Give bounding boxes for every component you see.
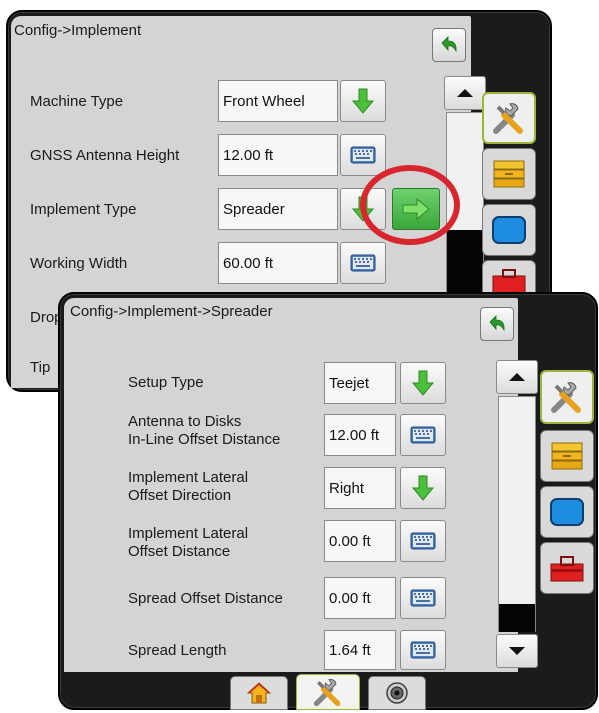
- antenna-to-disks-field[interactable]: 12.00 ft: [324, 414, 396, 456]
- home-icon: [246, 682, 272, 704]
- bottom-tab-camera[interactable]: [368, 676, 426, 710]
- front-scroll-down-button[interactable]: [496, 634, 538, 668]
- back-page-title: Config->Implement: [14, 22, 142, 39]
- green-down-arrow-icon: [411, 370, 435, 396]
- green-down-arrow-icon: [411, 475, 435, 501]
- lateral-offset-direction-label-line1: Implement Lateral: [128, 469, 249, 486]
- tools-icon: [493, 103, 523, 134]
- keyboard-icon: [410, 641, 436, 659]
- bottom-tab-home[interactable]: [230, 676, 288, 710]
- front-scroll-up-button[interactable]: [496, 360, 538, 394]
- toolbox-icon: [492, 268, 526, 293]
- back-arrow-icon: [441, 36, 457, 53]
- setup-type-dropdown-button[interactable]: [400, 362, 446, 404]
- front-scroll-track[interactable]: [498, 396, 536, 632]
- green-down-arrow-icon: [351, 88, 375, 114]
- spread-length-field[interactable]: 1.64 ft: [324, 630, 396, 670]
- spread-offset-distance-field[interactable]: 0.00 ft: [324, 577, 396, 619]
- lateral-offset-direction-label: Implement Lateral Offset Direction: [128, 469, 248, 505]
- lateral-offset-direction-dropdown-button[interactable]: [400, 467, 446, 509]
- lateral-offset-distance-label-line2: Offset Distance: [128, 543, 231, 560]
- front-side-tab-toolbox[interactable]: [540, 542, 594, 594]
- gnss-antenna-height-keyboard-button[interactable]: [340, 134, 386, 176]
- gnss-antenna-height-label: GNSS Antenna Height: [30, 147, 180, 164]
- screen-icon: [492, 216, 526, 244]
- front-side-tab-screen[interactable]: [540, 486, 594, 538]
- bottom-tab-tools[interactable]: [296, 674, 360, 710]
- back-arrow-icon: [489, 315, 505, 332]
- antenna-to-disks-keyboard-button[interactable]: [400, 414, 446, 456]
- lateral-offset-direction-label-line2: Offset Direction: [128, 487, 232, 504]
- lateral-offset-distance-keyboard-button[interactable]: [400, 520, 446, 562]
- front-scroll-thumb[interactable]: [499, 604, 535, 632]
- antenna-to-disks-label-line2: In-Line Offset Distance: [128, 431, 281, 448]
- spread-offset-distance-label: Spread Offset Distance: [128, 590, 283, 607]
- highlight-circle: [360, 165, 460, 245]
- data-icon: [493, 160, 525, 188]
- keyboard-icon: [410, 589, 436, 607]
- machine-type-dropdown-button[interactable]: [340, 80, 386, 122]
- up-triangle-icon: [457, 89, 473, 97]
- lateral-offset-direction-field[interactable]: Right: [324, 467, 396, 509]
- back-side-tab-tools[interactable]: [482, 92, 536, 144]
- setup-type-label: Setup Type: [128, 374, 204, 391]
- machine-type-field[interactable]: Front Wheel: [218, 80, 338, 122]
- data-icon: [551, 442, 583, 470]
- spread-length-label: Spread Length: [128, 642, 227, 659]
- implement-type-field[interactable]: Spreader: [218, 188, 338, 230]
- back-scroll-thumb[interactable]: [447, 230, 483, 298]
- front-screen-back-button[interactable]: [480, 307, 514, 341]
- keyboard-icon: [410, 532, 436, 550]
- keyboard-icon: [350, 254, 376, 272]
- keyboard-icon: [350, 146, 376, 164]
- up-triangle-icon: [509, 373, 525, 381]
- machine-type-label: Machine Type: [30, 93, 124, 110]
- down-triangle-icon: [509, 647, 525, 655]
- back-scroll-up-button[interactable]: [444, 76, 486, 110]
- back-screen-back-button[interactable]: [432, 28, 466, 62]
- working-width-keyboard-button[interactable]: [340, 242, 386, 284]
- spread-length-keyboard-button[interactable]: [400, 630, 446, 670]
- front-page-title: Config->Implement->Spreader: [70, 303, 273, 320]
- working-width-label: Working Width: [30, 255, 128, 272]
- front-side-tab-data[interactable]: [540, 430, 594, 482]
- working-width-field[interactable]: 60.00 ft: [218, 242, 338, 284]
- toolbox-icon: [550, 556, 584, 582]
- antenna-to-disks-label-line1: Antenna to Disks: [128, 413, 242, 430]
- spread-offset-distance-keyboard-button[interactable]: [400, 577, 446, 619]
- setup-type-field[interactable]: Teejet: [324, 362, 396, 404]
- keyboard-icon: [410, 426, 436, 444]
- gnss-antenna-height-field[interactable]: 12.00 ft: [218, 134, 338, 176]
- back-side-tab-screen[interactable]: [482, 204, 536, 256]
- lateral-offset-distance-field[interactable]: 0.00 ft: [324, 520, 396, 562]
- tip-label-partial: Tip: [30, 359, 51, 376]
- camera-icon: [386, 682, 408, 704]
- tools-icon: [313, 678, 341, 707]
- back-side-tab-data[interactable]: [482, 148, 536, 200]
- screen-icon: [550, 498, 584, 526]
- front-side-tab-tools[interactable]: [540, 370, 594, 424]
- antenna-to-disks-label: Antenna to Disks In-Line Offset Distance: [128, 413, 280, 449]
- lateral-offset-distance-label: Implement Lateral Offset Distance: [128, 525, 248, 561]
- lateral-offset-distance-label-line1: Implement Lateral: [128, 525, 249, 542]
- implement-type-label: Implement Type: [30, 201, 137, 218]
- tools-icon: [551, 382, 581, 413]
